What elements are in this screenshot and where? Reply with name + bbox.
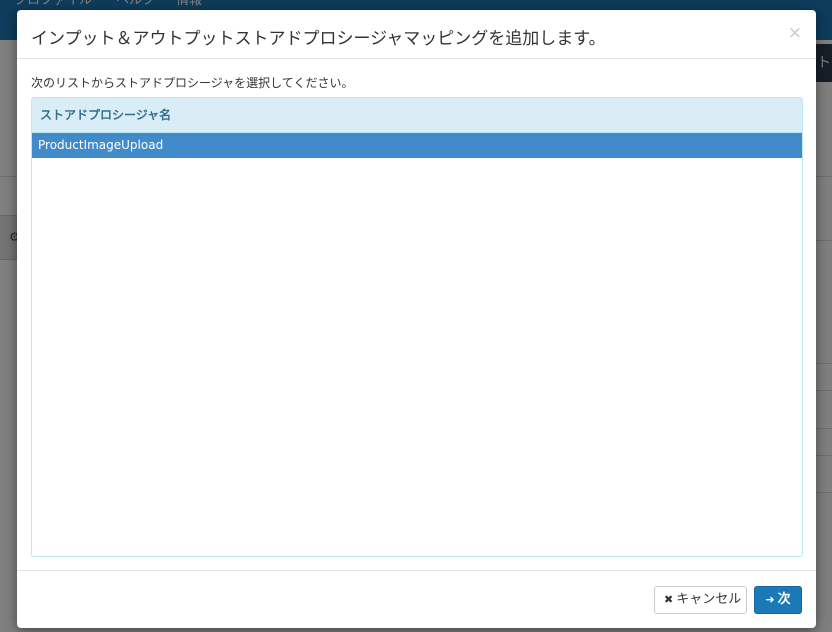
arrow-right-icon: ➜ <box>765 593 775 606</box>
next-button[interactable]: ➜ 次 <box>754 586 802 614</box>
instruction-text: 次のリストからストアドプロシージャを選択してください。 <box>31 76 354 90</box>
table-header-sp-name: ストアドプロシージャ名 <box>32 98 802 133</box>
stored-procedure-table: ストアドプロシージャ名 ProductImageUpload <box>31 97 803 557</box>
next-button-label: 次 <box>777 592 791 607</box>
table-row[interactable]: ProductImageUpload <box>32 133 802 158</box>
modal-body: 次のリストからストアドプロシージャを選択してください。 ストアドプロシージャ名 … <box>17 60 816 570</box>
modal-footer: ✖ キャンセル ➜ 次 <box>17 570 816 628</box>
add-sp-mapping-dialog: インプット＆アウトプットストアドプロシージャマッピングを追加します。 × 次のリ… <box>17 10 816 628</box>
cancel-button[interactable]: ✖ キャンセル <box>654 586 747 614</box>
modal-title: インプット＆アウトプットストアドプロシージャマッピングを追加します。 <box>31 29 606 49</box>
modal-header: インプット＆アウトプットストアドプロシージャマッピングを追加します。 × <box>17 10 816 59</box>
close-icon[interactable]: × <box>788 23 802 43</box>
table-cell-sp-name: ProductImageUpload <box>38 138 164 152</box>
cancel-button-label: キャンセル <box>676 592 742 607</box>
times-icon: ✖ <box>664 593 674 606</box>
